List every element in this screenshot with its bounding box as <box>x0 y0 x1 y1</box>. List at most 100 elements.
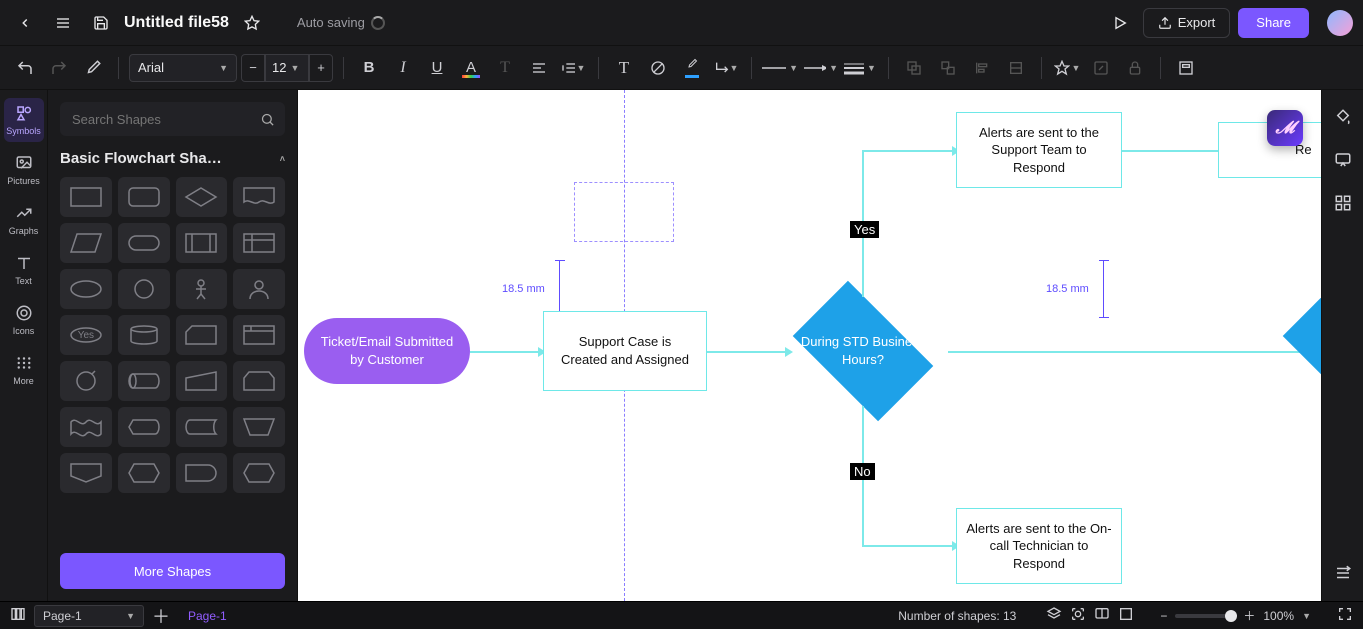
file-title[interactable]: Untitled file58 <box>124 14 229 32</box>
connector-dec-right[interactable] <box>948 351 1321 353</box>
connector-no-h[interactable] <box>862 545 954 547</box>
underline-button[interactable]: U <box>422 53 452 83</box>
add-page-button[interactable]: ＋ <box>152 603 170 629</box>
save-icon[interactable] <box>86 8 116 38</box>
connector-1[interactable] <box>470 351 540 353</box>
fill-panel-icon[interactable] <box>1334 108 1352 129</box>
shape-preparation[interactable] <box>118 453 170 493</box>
container-button[interactable] <box>1171 53 1201 83</box>
export-button[interactable]: Export <box>1143 8 1231 38</box>
rail-more[interactable]: More <box>4 348 44 392</box>
zoom-out-button[interactable]: − <box>1160 609 1167 623</box>
distribute-button[interactable] <box>1001 53 1031 83</box>
shape-internal-storage[interactable] <box>233 223 285 263</box>
line-spacing-button[interactable]: ▼ <box>558 53 588 83</box>
fullscreen-button[interactable] <box>1337 606 1353 625</box>
shape-user[interactable] <box>233 269 285 309</box>
shape-sort[interactable] <box>233 453 285 493</box>
connector-button[interactable]: ▼ <box>711 53 741 83</box>
bold-button[interactable]: B <box>354 53 384 83</box>
menu-button[interactable] <box>48 8 78 38</box>
shape-person[interactable] <box>176 269 228 309</box>
font-color-button[interactable]: A <box>456 53 486 83</box>
shape-predefined[interactable] <box>176 223 228 263</box>
italic-button[interactable]: I <box>388 53 418 83</box>
align-shapes-button[interactable] <box>967 53 997 83</box>
font-size-select[interactable]: 12 ▼ <box>265 54 309 82</box>
insert-text-button[interactable]: T <box>609 53 639 83</box>
shape-parallelogram[interactable] <box>60 223 112 263</box>
node-alert-bottom[interactable]: Alerts are sent to the On-call Technicia… <box>956 508 1122 584</box>
shape-rounded-rect[interactable] <box>118 177 170 217</box>
shape-stored-data[interactable] <box>176 407 228 447</box>
ungroup-button[interactable] <box>933 53 963 83</box>
redo-button[interactable] <box>44 53 74 83</box>
shape-document[interactable] <box>233 177 285 217</box>
connector-yes-h[interactable] <box>862 150 954 152</box>
connector-top-out[interactable] <box>1122 150 1218 152</box>
node-decision[interactable]: During STD Business Hours? <box>778 296 948 406</box>
present-button[interactable] <box>1105 8 1135 38</box>
canvas[interactable]: 18.5 mm 18.5 mm 18.5 mm <box>298 90 1321 601</box>
zoom-in-button[interactable]: ＋ <box>1243 607 1255 624</box>
focus-icon[interactable] <box>1070 606 1086 625</box>
shape-manual-input[interactable] <box>176 361 228 401</box>
shape-tape[interactable] <box>60 407 112 447</box>
highlight-button[interactable] <box>677 53 707 83</box>
line-weight-button[interactable]: ▼ <box>842 54 878 82</box>
effects-button[interactable]: ▼ <box>1052 53 1082 83</box>
connector-2[interactable] <box>707 351 787 353</box>
rail-symbols[interactable]: Symbols <box>4 98 44 142</box>
align-button[interactable] <box>524 53 554 83</box>
shape-rectangle[interactable] <box>60 177 112 217</box>
zoom-slider[interactable] <box>1175 614 1235 618</box>
back-button[interactable] <box>10 8 40 38</box>
shape-display[interactable] <box>118 407 170 447</box>
format-painter-button[interactable] <box>78 53 108 83</box>
shape-direct-data[interactable] <box>118 361 170 401</box>
line-style-button[interactable]: ▼ <box>762 54 798 82</box>
shape-group-header[interactable]: Basic Flowchart Sha… ˄ <box>60 150 285 167</box>
shape-diamond[interactable] <box>176 177 228 217</box>
shape-delay[interactable] <box>176 453 228 493</box>
shape-frame[interactable] <box>233 315 285 355</box>
user-avatar[interactable] <box>1327 10 1353 36</box>
page-tab-1[interactable]: Page-1 <box>178 609 237 623</box>
rail-pictures[interactable]: Pictures <box>4 148 44 192</box>
more-shapes-button[interactable]: More Shapes <box>60 553 285 589</box>
node-decision-right[interactable] <box>1268 296 1321 406</box>
layers-icon[interactable] <box>1046 606 1062 625</box>
shape-card[interactable] <box>176 315 228 355</box>
rail-text[interactable]: Text <box>4 248 44 292</box>
shape-connector-circle[interactable] <box>60 361 112 401</box>
edit-shape-button[interactable] <box>1086 53 1116 83</box>
shape-loop-limit[interactable] <box>233 361 285 401</box>
ai-assistant-button[interactable]: 𝓜 <box>1267 110 1303 146</box>
shape-circle[interactable] <box>118 269 170 309</box>
fit-view-icon[interactable] <box>1118 606 1134 625</box>
page-select[interactable]: Page-1 ▼ <box>34 605 144 627</box>
group-button[interactable] <box>899 53 929 83</box>
ghost-shape[interactable] <box>574 182 674 242</box>
shape-search-input[interactable] <box>70 111 252 128</box>
rail-icons[interactable]: Icons <box>4 298 44 342</box>
layout-toggle-icon[interactable] <box>10 606 26 625</box>
font-size-decrease[interactable]: − <box>241 54 265 82</box>
shape-cylinder[interactable] <box>118 315 170 355</box>
shape-manual-op[interactable] <box>233 407 285 447</box>
font-size-increase[interactable]: + <box>309 54 333 82</box>
node-alert-top[interactable]: Alerts are sent to the Support Team to R… <box>956 112 1122 188</box>
rail-graphs[interactable]: Graphs <box>4 198 44 242</box>
font-family-select[interactable]: Arial ▼ <box>129 54 237 82</box>
shape-ellipse[interactable] <box>60 269 112 309</box>
node-start[interactable]: Ticket/Email Submitted by Customer <box>304 318 470 384</box>
shape-terminator[interactable] <box>118 223 170 263</box>
apps-panel-icon[interactable] <box>1334 194 1352 215</box>
lock-button[interactable] <box>1120 53 1150 83</box>
undo-button[interactable] <box>10 53 40 83</box>
zoom-slider-knob[interactable] <box>1225 610 1237 622</box>
node-process[interactable]: Support Case is Created and Assigned <box>543 311 707 391</box>
pages-view-icon[interactable] <box>1094 606 1110 625</box>
shape-yes-pill[interactable]: Yes <box>60 315 112 355</box>
shape-search[interactable] <box>60 102 285 136</box>
